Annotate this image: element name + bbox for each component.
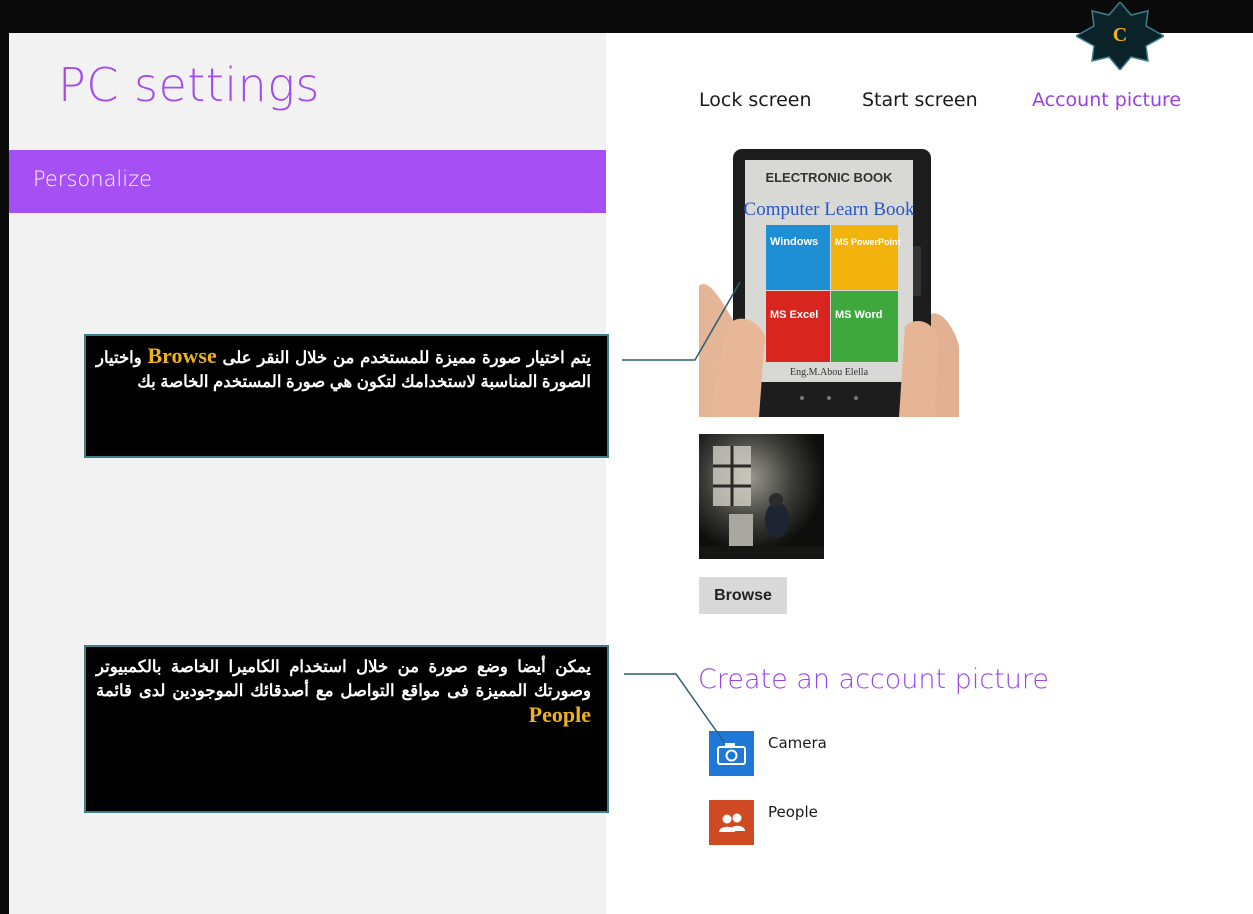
recent-account-picture[interactable] (699, 434, 824, 559)
people-app-label[interactable]: People (768, 803, 818, 821)
current-account-picture: ELECTRONIC BOOK Computer Learn Book Wind… (699, 146, 959, 417)
badge-letter: C (1112, 24, 1128, 46)
ebook-tile-windows: Windows (770, 236, 818, 248)
ebook-subtitle: Computer Learn Book (744, 199, 915, 220)
camera-icon (717, 743, 746, 765)
callout-camera-people-hint: يمكن أيضا وضع صورة من خلال استخدام الكام… (84, 645, 609, 813)
callout-2-text: يمكن أيضا وضع صورة من خلال استخدام الكام… (96, 658, 591, 700)
ebook-author: Eng.M.Abou Elella (790, 367, 869, 378)
badge-star: C (1074, 0, 1166, 72)
camera-app-tile[interactable] (709, 731, 754, 776)
callout-1-text: يتم اختيار صورة مميزة للمستخدم من خلال ا… (216, 349, 591, 367)
browse-button[interactable]: Browse (699, 577, 787, 614)
callout-browse-hint: يتم اختيار صورة مميزة للمستخدم من خلال ا… (84, 334, 609, 458)
camera-app-label[interactable]: Camera (768, 734, 827, 752)
ebook-header: ELECTRONIC BOOK (765, 170, 893, 185)
tab-lock-screen[interactable]: Lock screen (699, 89, 812, 111)
callout-2-highlight: People (528, 702, 591, 727)
ebook-tile-excel: MS Excel (770, 309, 818, 321)
tab-bar: Lock screen Start screen Account picture (0, 89, 1253, 119)
callout-1-highlight: Browse (147, 343, 217, 368)
ebook-tile-powerpoint: MS PowerPoint (835, 237, 901, 247)
tab-start-screen[interactable]: Start screen (862, 89, 978, 111)
category-personalize[interactable]: Personalize (9, 150, 606, 213)
people-app-tile[interactable] (709, 800, 754, 845)
people-icon (719, 813, 745, 832)
tab-account-picture[interactable]: Account picture (1032, 89, 1181, 111)
category-label: Personalize (33, 167, 153, 191)
create-account-picture-heading: Create an account picture (698, 664, 1049, 695)
ebook-tile-word: MS Word (835, 309, 882, 321)
